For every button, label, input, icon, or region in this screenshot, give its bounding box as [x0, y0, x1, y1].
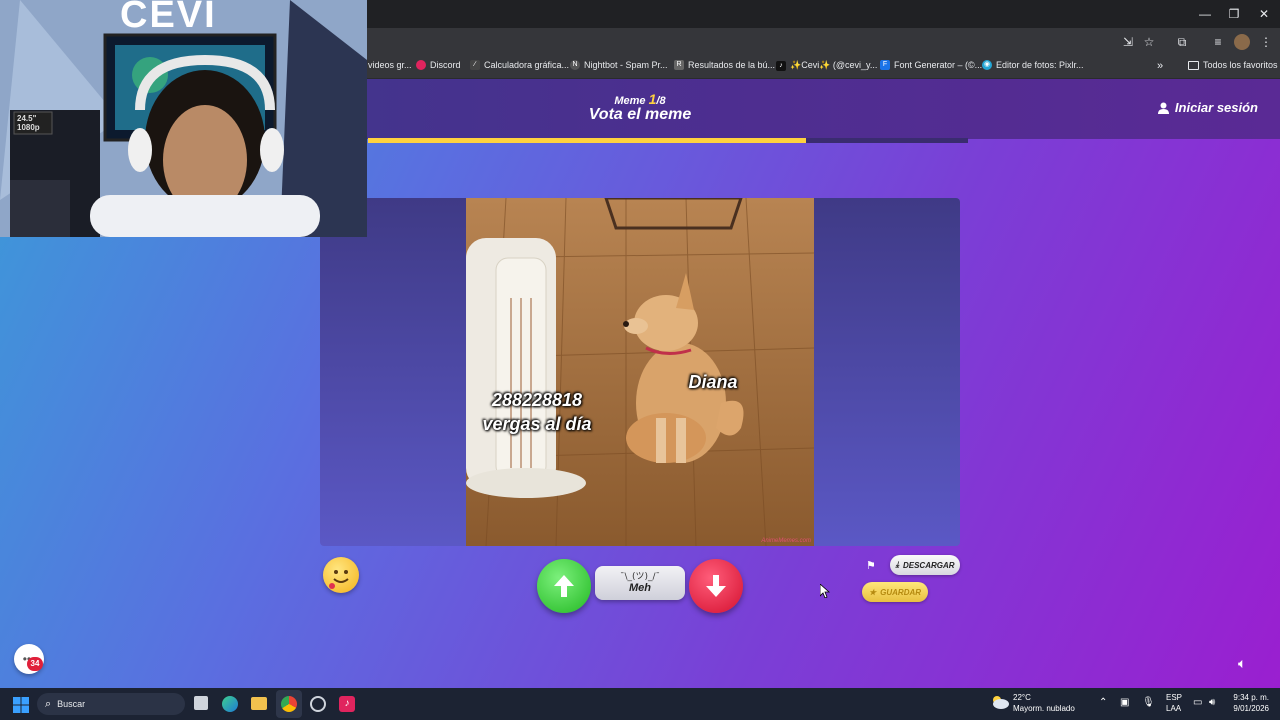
download-button[interactable]: ⤓ DESCARGAR [890, 555, 960, 575]
calculator-icon: ∕ [470, 60, 480, 70]
media-control-icon[interactable]: ≡ [1210, 34, 1226, 50]
file-explorer-icon[interactable] [251, 697, 267, 710]
bookmark-label: Discord [430, 60, 461, 70]
meme-caption-left-2: vergas al día [482, 414, 592, 434]
bookmark-item[interactable]: N Nightbot - Spam Pr... [570, 60, 668, 70]
microphone-icon[interactable]: 🎙︎ [1142, 697, 1155, 708]
bookmarks-overflow-button[interactable]: » [1157, 60, 1163, 72]
bookmark-label: Font Generator – (©... [894, 60, 983, 70]
tray-app-icon[interactable]: ▣ [1120, 697, 1129, 708]
search-results-icon: R [674, 60, 684, 70]
progress-bar-fill [368, 138, 806, 143]
star-icon: ★ [868, 587, 877, 597]
clock-time[interactable]: 9:34 p. m. [1231, 693, 1269, 702]
bookmark-item[interactable]: F Font Generator – (©... [880, 60, 982, 70]
monitor-resolution-label: 1080p [17, 123, 40, 132]
bookmark-label: Calculadora gráfica... [484, 60, 570, 70]
bookmark-item[interactable]: Discord [416, 60, 461, 70]
folder-icon [1188, 60, 1199, 70]
tiktok-studio-icon[interactable]: ♪ [339, 696, 355, 712]
windows-taskbar: ⌕ Buscar ♪ 22°C Mayorm. nublado ⌃ ▣ 🎙︎ E… [0, 688, 1280, 720]
sound-toggle-icon[interactable]: 🔈︎ [1238, 655, 1246, 672]
page-title: Vota el meme [588, 106, 692, 123]
network-icon[interactable]: ▭ [1193, 697, 1202, 708]
mouse-cursor-icon [820, 584, 830, 598]
search-icon: ⌕ [45, 697, 52, 710]
all-favorites-button[interactable]: Todos los favoritos [1188, 60, 1278, 70]
obs-icon[interactable] [310, 696, 326, 712]
extensions-icon[interactable]: ⧉ [1174, 34, 1190, 50]
windows-start-icon[interactable] [13, 697, 29, 713]
webcam-overlay: CEVI 24.5" 1080p [0, 0, 367, 237]
bookmark-label: Nightbot - Spam Pr... [584, 60, 668, 70]
bookmark-star-icon[interactable]: ☆ [1141, 34, 1157, 50]
meme-caption-right: Diana [688, 372, 738, 392]
taskbar-search-box[interactable]: ⌕ Buscar [37, 693, 185, 715]
weather-temp[interactable]: 22°C [1013, 693, 1031, 702]
meh-button[interactable]: ¯\_(ツ)_/¯ Meh [595, 566, 685, 600]
save-button[interactable]: ★ GUARDAR [862, 582, 928, 602]
meme-caption-left-1: 288228818 [491, 390, 583, 410]
tray-overflow-icon[interactable]: ⌃ [1099, 697, 1107, 708]
upvote-button[interactable] [537, 559, 591, 613]
weather-cloud-icon[interactable] [991, 695, 1009, 709]
meme-picture [466, 198, 814, 546]
keyboard-layout[interactable]: LAA [1166, 704, 1181, 713]
smiley-icon [329, 570, 349, 589]
task-view-icon[interactable] [194, 696, 208, 710]
progress-bar [368, 138, 968, 143]
all-favorites-label: Todos los favoritos [1203, 60, 1278, 70]
bookmark-label: ✨Cevi✨ (@cevi_y... [790, 60, 878, 70]
bookmark-label: videos gr... [368, 60, 412, 70]
restore-button[interactable]: ❐ [1219, 4, 1249, 24]
tiktok-icon: ♪ [776, 60, 786, 71]
volume-icon[interactable]: 🔊︎ [1209, 697, 1215, 708]
chrome-taskbar-item[interactable] [276, 690, 302, 718]
login-button[interactable]: Iniciar sesión [1157, 100, 1258, 115]
bookmark-item[interactable]: ◉ Editor de fotos: Pixlr... [982, 60, 1084, 70]
minimize-button[interactable]: — [1190, 4, 1220, 24]
language-code[interactable]: ESP [1166, 693, 1182, 702]
bookmark-item[interactable]: ♪ ✨Cevi✨ (@cevi_y... [776, 60, 877, 71]
font-generator-icon: F [880, 60, 890, 70]
user-icon [1157, 102, 1169, 114]
meh-label: Meh [629, 582, 651, 594]
weather-description[interactable]: Mayorm. nublado [1013, 704, 1075, 713]
download-label: DESCARGAR [902, 560, 955, 570]
meme-card: 288228818 vergas al día Diana AnimeMemes… [320, 198, 960, 546]
meme-counter: Meme 1/8 [560, 91, 720, 107]
clock-date[interactable]: 9/01/2026 [1229, 704, 1269, 713]
discord-icon [416, 60, 426, 70]
report-flag-icon[interactable]: ⚑ [866, 559, 876, 572]
bookmark-item[interactable]: videos gr... [368, 60, 412, 70]
pixlr-icon: ◉ [982, 60, 992, 70]
bookmark-item[interactable]: R Resultados de la bú... [674, 60, 775, 70]
meme-image: 288228818 vergas al día Diana AnimeMemes… [466, 198, 814, 546]
profile-avatar-icon[interactable] [1234, 34, 1250, 50]
edge-icon[interactable] [222, 696, 238, 712]
meme-watermark: AnimeMemes.com [761, 538, 811, 544]
chat-notification-badge: 34 [27, 657, 43, 671]
emoji-reaction-button[interactable] [323, 557, 359, 593]
menu-kebab-icon[interactable]: ⋮ [1258, 34, 1274, 50]
save-label: GUARDAR [880, 587, 922, 597]
bookmark-label: Resultados de la bú... [688, 60, 776, 70]
arrow-down-icon [706, 575, 726, 597]
login-label: Iniciar sesión [1174, 100, 1258, 115]
install-app-icon[interactable]: ⇲ [1120, 34, 1136, 50]
monitor-size-label: 24.5" [17, 114, 37, 123]
downvote-button[interactable] [689, 559, 743, 613]
taskbar-search-label: Buscar [57, 699, 86, 709]
download-icon: ⤓ [895, 560, 899, 569]
nightbot-icon: N [570, 60, 580, 70]
arrow-up-icon [554, 575, 574, 597]
close-button[interactable]: ✕ [1249, 4, 1279, 24]
bookmark-item[interactable]: ∕ Calculadora gráfica... [470, 60, 569, 70]
webcam-neon-sign: CEVI [120, 0, 217, 36]
chrome-icon [281, 696, 297, 712]
bookmark-label: Editor de fotos: Pixlr... [996, 60, 1084, 70]
shrug-face: ¯\_(ツ)_/¯ [619, 572, 661, 582]
